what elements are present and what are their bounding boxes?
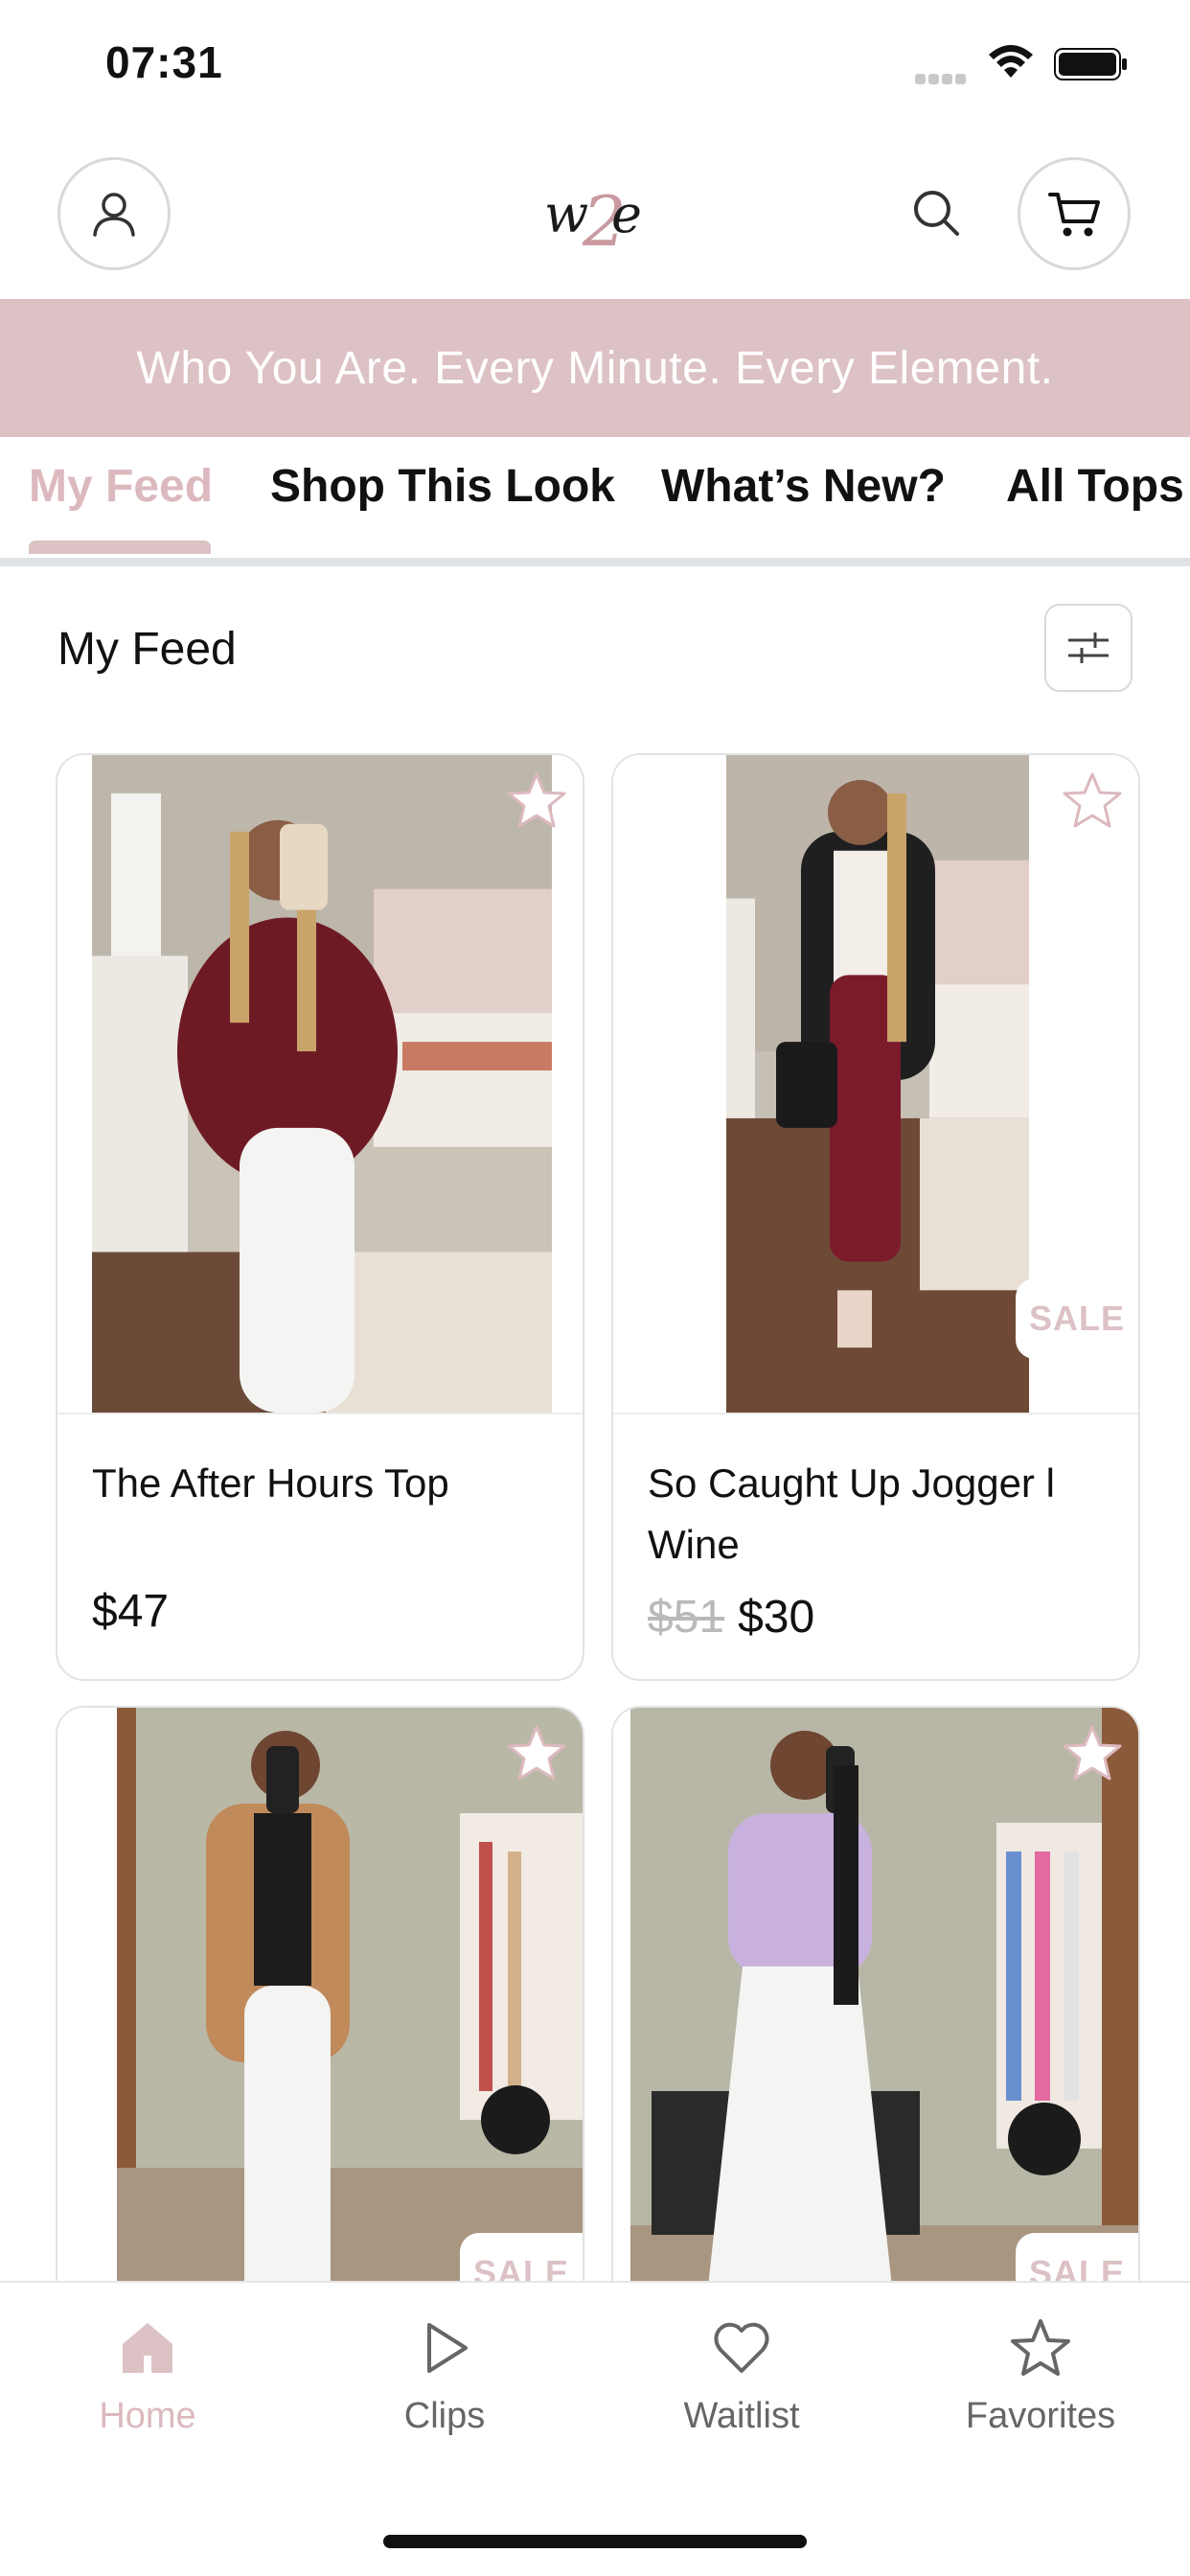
search-icon xyxy=(914,191,959,236)
tab-all-tops[interactable]: All Tops xyxy=(1006,460,1184,513)
profile-button[interactable] xyxy=(57,157,171,270)
sale-price: $30 xyxy=(738,1592,815,1643)
active-tab-indicator xyxy=(29,540,211,554)
product-price: $47 xyxy=(92,1586,170,1637)
nav-clips-label: Clips xyxy=(403,2396,486,2436)
play-icon xyxy=(427,2323,468,2373)
nav-favorites-label: Favorites xyxy=(965,2396,1116,2436)
brand-logo[interactable]: w 2 e xyxy=(537,163,652,268)
search-button[interactable] xyxy=(905,182,967,243)
nav-home[interactable]: Home xyxy=(52,2317,243,2437)
home-indicator[interactable] xyxy=(383,2535,807,2548)
battery-icon xyxy=(1054,48,1127,80)
product-title[interactable]: The After Hours Top xyxy=(92,1453,552,1514)
product-card[interactable]: SALE xyxy=(611,1706,1140,2377)
bottom-navigation: Home Clips Waitlist Favorites xyxy=(0,2281,1190,2576)
product-card[interactable]: SALE xyxy=(56,1706,584,2377)
category-tabs: My Feed Shop This Look What’s New? All T… xyxy=(0,437,1190,562)
original-price: $51 xyxy=(648,1592,725,1643)
cart-icon xyxy=(1048,193,1100,237)
product-image[interactable] xyxy=(57,755,583,1414)
product-card[interactable]: The After Hours Top $47 xyxy=(56,753,584,1681)
user-icon xyxy=(93,193,135,237)
banner-text: Who You Are. Every Minute. Every Element… xyxy=(136,342,1054,394)
nav-waitlist-label: Waitlist xyxy=(683,2396,800,2436)
product-title[interactable]: So Caught Up Jogger l Wine xyxy=(648,1453,1108,1576)
product-price-group: $51 $30 xyxy=(648,1591,814,1644)
cart-button[interactable] xyxy=(1018,157,1131,270)
nav-favorites[interactable]: Favorites xyxy=(945,2317,1136,2437)
favorite-star-icon[interactable] xyxy=(504,769,569,834)
sliders-icon xyxy=(1068,632,1109,663)
wifi-icon xyxy=(989,45,1033,78)
tab-shop-this-look[interactable]: Shop This Look xyxy=(270,460,615,513)
star-icon xyxy=(1011,2319,1070,2376)
status-bar: 07:31 xyxy=(0,0,1190,134)
tab-whats-new[interactable]: What’s New? xyxy=(661,460,946,513)
favorite-star-icon[interactable] xyxy=(1060,1721,1125,1786)
tabs-divider xyxy=(0,558,1190,566)
tab-my-feed[interactable]: My Feed xyxy=(29,460,213,513)
svg-text:e: e xyxy=(611,184,642,244)
product-card[interactable]: SALE So Caught Up Jogger l Wine $51 $30 xyxy=(611,753,1140,1681)
nav-waitlist[interactable]: Waitlist xyxy=(646,2317,837,2437)
sale-badge: SALE xyxy=(1016,1278,1138,1359)
nav-clips[interactable]: Clips xyxy=(349,2317,540,2437)
favorite-star-icon[interactable] xyxy=(504,1721,569,1786)
home-icon xyxy=(123,2323,172,2373)
section-title: My Feed xyxy=(57,624,237,675)
favorite-star-icon[interactable] xyxy=(1060,769,1125,834)
heart-icon xyxy=(714,2322,769,2373)
cellular-signal-icon xyxy=(915,72,973,84)
app-header: w 2 e xyxy=(0,144,1190,297)
status-time: 07:31 xyxy=(105,37,223,87)
promo-banner: Who You Are. Every Minute. Every Element… xyxy=(0,299,1190,437)
filter-button[interactable] xyxy=(1044,604,1133,692)
nav-home-label: Home xyxy=(99,2396,196,2436)
